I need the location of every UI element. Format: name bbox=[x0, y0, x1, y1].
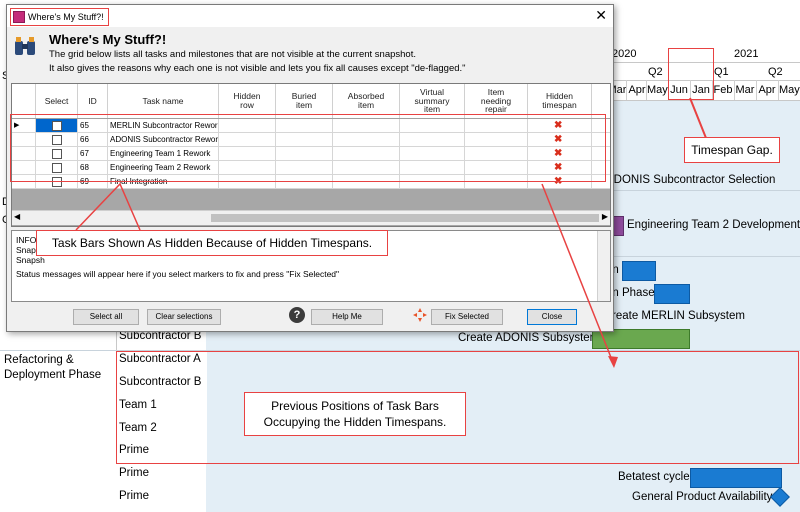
previous-positions-callout: Previous Positions of Task Bars Occupyin… bbox=[244, 392, 466, 436]
previous-positions-text: Previous Positions of Task Bars Occupyin… bbox=[263, 399, 447, 429]
task-bars-hidden-text: Task Bars Shown As Hidden Because of Hid… bbox=[51, 236, 373, 250]
timespan-gap-callout: Timespan Gap. bbox=[684, 137, 780, 163]
timespan-gap-text: Timespan Gap. bbox=[691, 143, 773, 157]
task-bars-hidden-callout: Task Bars Shown As Hidden Because of Hid… bbox=[36, 230, 388, 256]
